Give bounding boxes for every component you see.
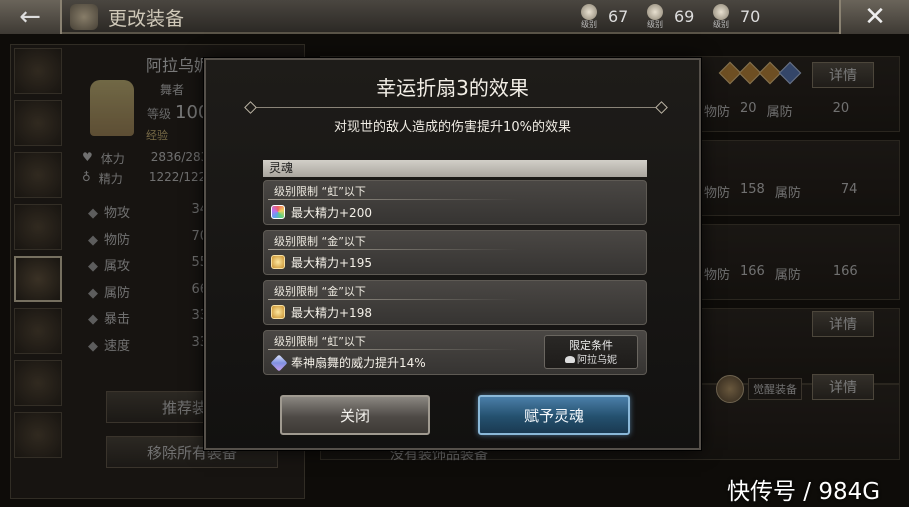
soul-limit: 级别限制 “金”以下 (274, 235, 366, 248)
level-icon: 级别 (708, 4, 734, 29)
level-value: 70 (740, 6, 761, 26)
level-counter: 级别 70 (708, 4, 766, 29)
level-counter: 级别 67 (576, 4, 634, 29)
level-icon: 级别 (642, 4, 668, 29)
gold-orb-icon (271, 305, 285, 319)
soul-limit: 级别限制 “金”以下 (274, 285, 366, 298)
close-button[interactable]: ✕ (839, 0, 909, 34)
dialog-description: 对现世的敌人造成的伤害提升10%的效果 (334, 120, 571, 135)
diamond-gem-icon (270, 354, 288, 372)
soul-effect: 奉神扇舞的威力提升14% (291, 356, 426, 370)
cloud-icon (565, 356, 575, 363)
soul-effect: 最大精力+195 (291, 256, 372, 270)
condition-character: 阿拉乌妮 (545, 353, 637, 368)
close-icon: ✕ (864, 2, 886, 32)
soul-effect: 最大精力+200 (291, 206, 372, 220)
title-divider (250, 107, 662, 108)
equipment-icon (70, 4, 98, 30)
soul-card: 级别限制 “金”以下 最大精力+195 (263, 230, 647, 275)
watermark: 快传号 / 984G (727, 479, 881, 505)
back-button[interactable]: ← (0, 0, 62, 34)
assign-soul-button[interactable]: 赋予灵魂 (478, 395, 630, 435)
level-counters: 级别 67 级别 69 级别 70 (576, 4, 766, 29)
page-title: 更改装备 (108, 8, 185, 30)
level-value: 69 (674, 6, 695, 26)
dialog-title: 幸运折扇3的效果 (376, 76, 529, 100)
soul-effect: 最大精力+198 (291, 306, 372, 320)
level-icon: 级别 (576, 4, 602, 29)
close-dialog-button[interactable]: 关闭 (280, 395, 430, 435)
level-counter: 级别 69 (642, 4, 700, 29)
soul-limit: 级别限制 “虹”以下 (274, 335, 366, 348)
level-value: 67 (608, 6, 629, 26)
top-bar: ← 更改装备 级别 67 级别 69 级别 70 ✕ (0, 0, 909, 34)
soul-card: 级别限制 “虹”以下 奉神扇舞的威力提升14% 限定条件 阿拉乌妮 (263, 330, 647, 375)
soul-limit: 级别限制 “虹”以下 (274, 185, 366, 198)
soul-effect-dialog: 幸运折扇3的效果 对现世的敌人造成的伤害提升10%的效果 灵魂 级别限制 “虹”… (204, 58, 701, 450)
soul-card: 级别限制 “金”以下 最大精力+198 (263, 280, 647, 325)
soul-section-header: 灵魂 (263, 160, 647, 177)
condition-label: 限定条件 (569, 339, 613, 352)
soul-card: 级别限制 “虹”以下 最大精力+200 (263, 180, 647, 225)
limited-condition-box: 限定条件 阿拉乌妮 (544, 335, 638, 369)
gold-orb-icon (271, 255, 285, 269)
arrow-left-icon: ← (19, 2, 41, 32)
rainbow-orb-icon (271, 205, 285, 219)
